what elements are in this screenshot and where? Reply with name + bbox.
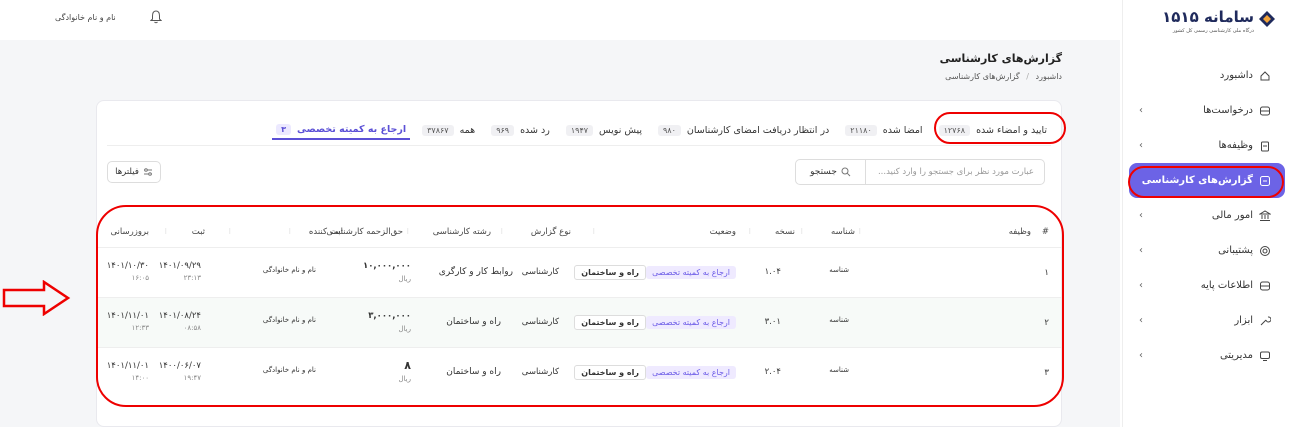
logo-subtitle: درگاه ملی کارشناسی رسمی کل کشور bbox=[1172, 28, 1254, 34]
breadcrumb-current: گزارش‌های کارشناسی bbox=[945, 72, 1020, 81]
sidebar-item-label: پشتیبانی bbox=[1218, 245, 1253, 256]
tab-committee[interactable]: ارجاع به کمیته تخصصی ۳ bbox=[272, 120, 411, 140]
sidebar: سامانه ۱۵۱۵ درگاه ملی کارشناسی رسمی کل ک… bbox=[1122, 0, 1290, 427]
chevron-left-icon: ‹ bbox=[1139, 350, 1143, 361]
tab-count: ۳ bbox=[276, 123, 292, 135]
sidebar-item-tasks[interactable]: ‹ وظیفه‌ها bbox=[1129, 128, 1285, 163]
sidebar-item-support[interactable]: ‹ پشتیبانی bbox=[1129, 233, 1285, 268]
sidebar-item-dashboard[interactable]: داشبورد bbox=[1129, 58, 1285, 93]
logo[interactable]: سامانه ۱۵۱۵ درگاه ملی کارشناسی رسمی کل ک… bbox=[1156, 8, 1276, 38]
tab-count: ۹۸۰ bbox=[657, 124, 681, 136]
sidebar-item-label: داشبورد bbox=[1219, 70, 1253, 81]
tab-label: رد شده bbox=[520, 124, 550, 136]
inbox-icon bbox=[1260, 106, 1270, 115]
tab-draft[interactable]: پیش نویس ۱۹۴۷ bbox=[562, 120, 646, 140]
search-button-label: جستجو bbox=[810, 167, 837, 177]
monitor-icon bbox=[1260, 351, 1270, 361]
home-icon bbox=[1260, 70, 1270, 80]
breadcrumb-home[interactable]: داشبورد bbox=[1036, 72, 1062, 81]
page-title: گزارش‌های کارشناسی bbox=[939, 52, 1062, 65]
sidebar-item-management[interactable]: ‹ مدیریتی bbox=[1129, 338, 1285, 373]
user-name[interactable]: نام و نام خانوادگی bbox=[55, 13, 116, 22]
chevron-left-icon: ‹ bbox=[1139, 280, 1143, 291]
filters-button[interactable]: فیلترها bbox=[107, 161, 161, 183]
annotation-ellipse-tab bbox=[934, 112, 1066, 144]
tab-label: در انتظار دریافت امضای کارشناسان bbox=[686, 124, 830, 136]
logo-text: سامانه ۱۵۱۵ bbox=[1162, 8, 1254, 26]
top-bar: نام و نام خانوادگی bbox=[0, 0, 1120, 40]
tab-awaiting-signature[interactable]: در انتظار دریافت امضای کارشناسان ۹۸۰ bbox=[654, 120, 833, 140]
tab-count: ۲۱۱۸۰ bbox=[845, 124, 877, 136]
bell-icon[interactable] bbox=[150, 10, 162, 24]
search-icon bbox=[841, 167, 851, 177]
tab-label: پیش نویس bbox=[599, 124, 642, 136]
chevron-left-icon: ‹ bbox=[1139, 245, 1143, 256]
annotation-ellipse-sidebar bbox=[1128, 166, 1284, 198]
sidebar-item-base-info[interactable]: ‹ اطلاعات پایه bbox=[1129, 268, 1285, 303]
chevron-left-icon: ‹ bbox=[1139, 105, 1143, 116]
tab-label: ارجاع به کمیته تخصصی bbox=[297, 123, 407, 135]
sidebar-nav: داشبورد ‹ درخواست‌ها ‹ وظیفه‌ها گزارش‌های … bbox=[1129, 58, 1285, 373]
sidebar-item-label: امور مالی bbox=[1211, 210, 1253, 221]
chevron-left-icon: ‹ bbox=[1139, 315, 1143, 326]
search-box: عبارت مورد نظر برای جستجو را وارد کنید..… bbox=[795, 159, 1045, 185]
tab-all[interactable]: همه ۳۷۸۶۷ bbox=[418, 120, 479, 140]
filter-icon bbox=[143, 168, 152, 176]
sidebar-item-finance[interactable]: ‹ امور مالی bbox=[1129, 198, 1285, 233]
tool-icon bbox=[1260, 315, 1271, 325]
tab-rejected[interactable]: رد شده ۹۶۹ bbox=[487, 120, 554, 140]
search-input[interactable]: عبارت مورد نظر برای جستجو را وارد کنید..… bbox=[874, 167, 1034, 177]
tab-count: ۹۶۹ bbox=[491, 124, 515, 136]
breadcrumb: داشبورد / گزارش‌های کارشناسی bbox=[945, 72, 1062, 81]
annotation-rect-table bbox=[96, 205, 1064, 407]
clipboard-icon bbox=[1261, 141, 1269, 151]
support-icon bbox=[1260, 245, 1270, 256]
tab-count: ۳۷۸۶۷ bbox=[422, 124, 454, 136]
tab-label: همه bbox=[459, 124, 476, 136]
chevron-left-icon: ‹ bbox=[1139, 140, 1143, 151]
tab-signed[interactable]: امضا شده ۲۱۱۸۰ bbox=[841, 120, 926, 140]
arrow-right-icon bbox=[2, 280, 71, 316]
sidebar-item-label: وظیفه‌ها bbox=[1218, 140, 1253, 151]
search-button[interactable]: جستجو bbox=[796, 160, 866, 184]
bank-icon bbox=[1259, 209, 1271, 221]
sidebar-item-requests[interactable]: ‹ درخواست‌ها bbox=[1129, 93, 1285, 128]
chevron-left-icon: ‹ bbox=[1139, 210, 1143, 221]
sidebar-item-label: مدیریتی bbox=[1219, 350, 1253, 361]
filters-label: فیلترها bbox=[115, 167, 139, 177]
logo-mark-icon bbox=[1259, 11, 1275, 27]
tab-divider bbox=[107, 145, 1051, 146]
tab-count: ۱۹۴۷ bbox=[565, 124, 594, 136]
sidebar-item-label: اطلاعات پایه bbox=[1200, 280, 1253, 291]
sidebar-item-tools[interactable]: ‹ ابزار bbox=[1129, 303, 1285, 338]
tab-label: امضا شده bbox=[882, 124, 923, 136]
sidebar-item-label: درخواست‌ها bbox=[1203, 105, 1253, 116]
sidebar-item-label: ابزار bbox=[1234, 315, 1253, 326]
database-icon bbox=[1260, 281, 1270, 290]
